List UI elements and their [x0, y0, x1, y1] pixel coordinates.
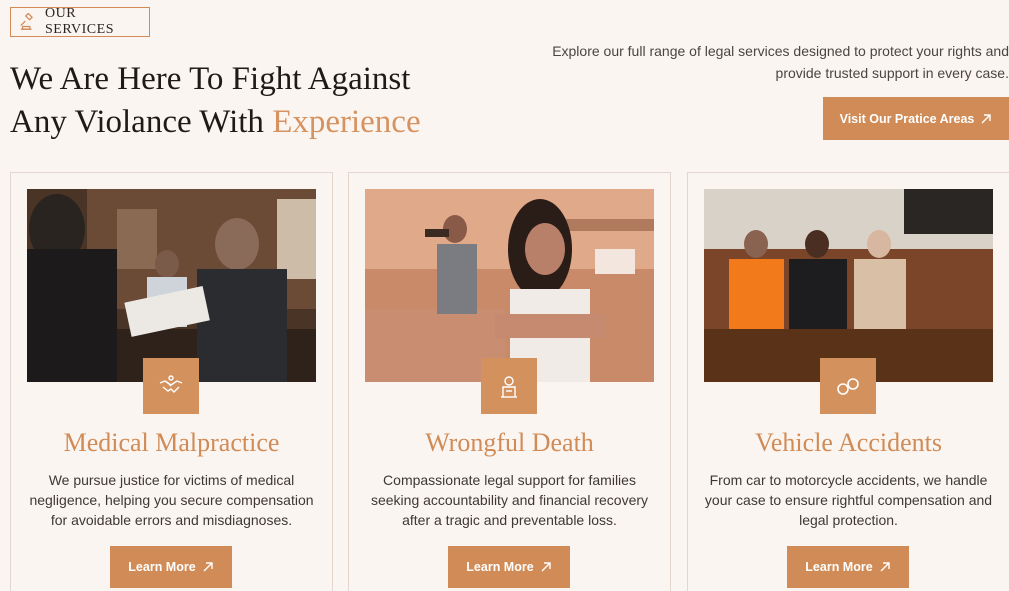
handshake-icon [159, 375, 183, 393]
visit-practice-areas-button[interactable]: Visit Our Pratice Areas [823, 97, 1009, 140]
learn-more-label: Learn More [466, 560, 534, 574]
card-description: From car to motorcycle accidents, we han… [704, 472, 993, 528]
learn-more-button[interactable]: Learn More [448, 546, 570, 588]
card-description: Compassionate legal support for families… [370, 472, 649, 528]
courtroom-photo [704, 189, 993, 382]
headline-line-2: Any Violance With [10, 104, 273, 140]
learn-more-label: Learn More [128, 560, 196, 574]
intro-line-2: provide trusted support in every case. [775, 65, 1009, 81]
arrow-up-right-icon [880, 562, 890, 572]
card-description: We pursue justice for victims of medical… [29, 472, 314, 528]
learn-more-button[interactable]: Learn More [110, 546, 232, 588]
service-badge [820, 358, 876, 414]
service-card-vehicle-accidents: Vehicle Accidents From car to motorcycle… [687, 172, 1009, 591]
service-badge [481, 358, 537, 414]
arrow-up-right-icon [203, 562, 213, 572]
arrow-up-right-icon [981, 113, 992, 123]
eyebrow-label: OUR SERVICES [44, 6, 114, 37]
card-title: Wrongful Death [425, 428, 594, 457]
medical-meeting-photo [27, 189, 316, 382]
headline-line-1: We Are Here To Fight Against [10, 61, 411, 97]
intro-text: Explore our full range of legal services… [529, 40, 1009, 84]
cta-label: Visit Our Pratice Areas [839, 111, 975, 126]
learn-more-label: Learn More [805, 560, 873, 574]
headline-accent: Experience [272, 104, 421, 140]
service-card-wrongful-death: Wrongful Death Compassionate legal suppo… [348, 172, 671, 591]
arrow-up-right-icon [541, 562, 551, 572]
section-eyebrow: OUR SERVICES [10, 6, 150, 37]
gavel-icon [20, 13, 33, 30]
service-badge [143, 358, 199, 414]
memorial-icon [501, 376, 517, 398]
domestic-scene-photo [365, 189, 654, 382]
intro-line-1: Explore our full range of legal services… [552, 43, 1009, 59]
page-title: We Are Here To Fight Against Any Violanc… [10, 58, 421, 144]
handcuffs-icon [837, 378, 859, 395]
card-title: Medical Malpractice [63, 428, 280, 457]
learn-more-button[interactable]: Learn More [787, 546, 909, 588]
card-title: Vehicle Accidents [755, 428, 942, 457]
service-card-medical-malpractice: Medical Malpractice We pursue justice fo… [10, 172, 333, 591]
